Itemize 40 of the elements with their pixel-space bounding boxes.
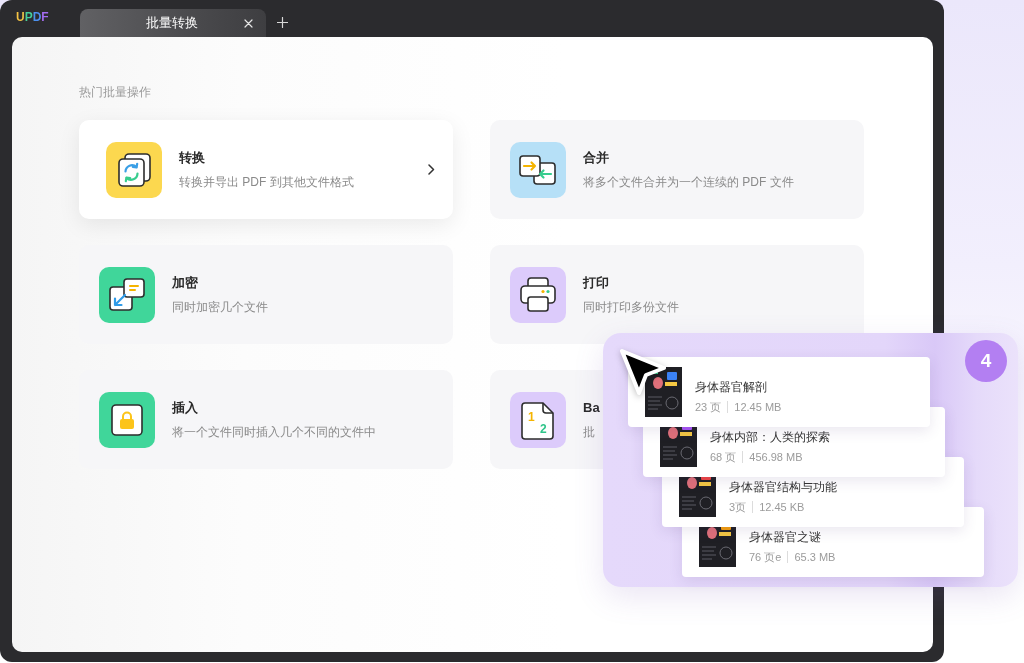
numbered-page-icon: 1 2	[510, 391, 566, 448]
operation-card[interactable]: 合并 将多个文件合并为一个连续的 PDF 文件	[490, 120, 864, 219]
operation-card[interactable]: 打印 同时打印多份文件	[490, 245, 864, 344]
operation-title: 合并	[583, 149, 609, 167]
operation-title: Ba	[583, 399, 600, 417]
operation-description: 同时加密几个文件	[172, 299, 268, 316]
new-tab-icon[interactable]	[276, 17, 288, 28]
operation-description: 同时打印多份文件	[583, 299, 679, 316]
merge-pages-icon	[510, 141, 566, 198]
document-thumbnail-drawing	[645, 367, 682, 417]
file-name: 身体器官之谜	[749, 529, 821, 545]
app-logo: UPDF	[16, 10, 49, 24]
page-count: 3页	[729, 500, 747, 514]
printer-icon	[510, 266, 566, 323]
file-size: 12.45 MB	[734, 400, 782, 414]
page-count: 76 页e	[749, 550, 782, 564]
operation-title: 加密	[172, 274, 198, 292]
operation-title: 转换	[179, 149, 205, 167]
tab[interactable]: 批量转换	[79, 9, 266, 37]
operation-title: 打印	[583, 274, 609, 292]
page-count: 23 页	[695, 400, 722, 414]
close-icon[interactable]	[243, 18, 253, 28]
operation-description: 批	[583, 424, 595, 441]
section-title: 热门批量操作	[79, 85, 152, 99]
file-name: 身体内部：人类的探索	[710, 429, 830, 445]
count-badge: 4	[965, 340, 1007, 382]
operation-description: 将一个文件同时插入几个不同的文件中	[172, 424, 376, 441]
lock-page-icon	[99, 391, 155, 448]
operation-description: 转换并导出 PDF 到其他文件格式	[179, 174, 354, 191]
sync-pages-icon	[106, 141, 162, 198]
page-count: 68 页	[710, 450, 737, 464]
operation-description: 将多个文件合并为一个连续的 PDF 文件	[583, 174, 794, 191]
file-name: 身体器官结构与功能	[729, 479, 837, 495]
chevron-right-icon	[428, 164, 435, 175]
file-name: 身体器官解剖	[695, 379, 767, 395]
file-size: 456.98 MB	[749, 450, 803, 464]
operation-card[interactable]: 转换 转换并导出 PDF 到其他文件格式	[79, 120, 453, 219]
file-size: 12.45 KB	[759, 500, 805, 514]
file-size: 65.3 MB	[794, 550, 836, 564]
operation-title: 插入	[172, 399, 198, 417]
